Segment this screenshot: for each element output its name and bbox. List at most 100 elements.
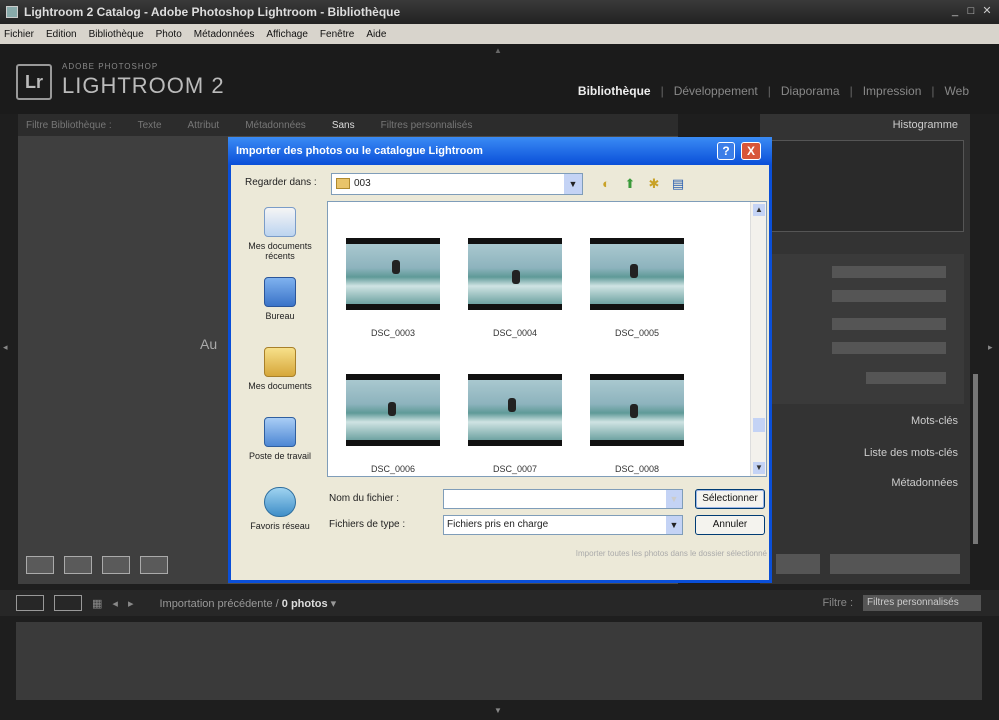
file-name: DSC_0003 bbox=[370, 328, 416, 338]
place-my-computer[interactable]: Poste de travail bbox=[237, 417, 323, 461]
file-name: DSC_0004 bbox=[492, 328, 538, 338]
module-bibliotheque[interactable]: Bibliothèque bbox=[578, 84, 651, 98]
lightroom-logo: Lr bbox=[16, 64, 52, 100]
menu-item-fenetre[interactable]: Fenêtre bbox=[320, 29, 354, 40]
brand-small: ADOBE PHOTOSHOP bbox=[62, 62, 159, 71]
left-panel bbox=[18, 114, 228, 584]
module-picker: Bibliothèque | Développement | Diaporama… bbox=[577, 84, 969, 98]
my-documents-icon bbox=[264, 347, 296, 377]
file-item[interactable]: DSC_0004 bbox=[468, 238, 562, 338]
my-computer-icon bbox=[264, 417, 296, 447]
select-button[interactable]: Sélectionner bbox=[695, 489, 765, 509]
maximize-icon[interactable]: □ bbox=[965, 4, 977, 18]
new-folder-icon[interactable]: ✱ bbox=[645, 175, 663, 193]
filetype-select[interactable]: Fichiers pris en charge ▼ bbox=[443, 515, 683, 535]
filter-texte[interactable]: Texte bbox=[138, 120, 162, 131]
menu-item-aide[interactable]: Aide bbox=[366, 29, 386, 40]
filter-label: Filtre : bbox=[822, 597, 853, 609]
back-icon[interactable]: ◐ bbox=[597, 175, 615, 193]
filetype-label: Fichiers de type : bbox=[329, 519, 406, 530]
menu-item-bibliotheque[interactable]: Bibliothèque bbox=[89, 29, 144, 40]
filter-custom[interactable]: Filtres personnalisés bbox=[381, 120, 473, 131]
brand: ADOBE PHOTOSHOP LIGHTROOM 2 bbox=[62, 62, 225, 99]
desktop-icon bbox=[264, 277, 296, 307]
filename-input[interactable]: ▼ bbox=[443, 489, 683, 509]
export-button[interactable] bbox=[830, 554, 960, 574]
scroll-thumb[interactable] bbox=[753, 418, 765, 432]
import-hint: Importer toutes les photos dans le dossi… bbox=[575, 549, 767, 558]
look-in-select[interactable]: 003 ▼ bbox=[331, 173, 583, 195]
module-diaporama[interactable]: Diaporama bbox=[781, 84, 840, 98]
histogram bbox=[766, 140, 964, 232]
file-item[interactable]: DSC_0008 bbox=[590, 374, 684, 474]
app-icon bbox=[6, 6, 18, 18]
center-text-fragment: Au bbox=[200, 336, 218, 352]
filmstrip-source[interactable]: Importation précédente / 0 photos ▾ bbox=[159, 597, 336, 610]
monitor2-icon[interactable] bbox=[54, 595, 82, 611]
menu-item-photo[interactable]: Photo bbox=[156, 29, 182, 40]
brand-big: LIGHTROOM 2 bbox=[62, 73, 225, 98]
keyword-list-header[interactable]: Liste des mots-clés bbox=[760, 442, 970, 464]
collapse-left-icon[interactable]: ◂ bbox=[3, 342, 8, 353]
menu-item-metadonnees[interactable]: Métadonnées bbox=[194, 29, 255, 40]
collapse-bottom-icon[interactable]: ▼ bbox=[494, 706, 502, 715]
place-desktop[interactable]: Bureau bbox=[237, 277, 323, 321]
file-name: DSC_0008 bbox=[614, 464, 660, 474]
collapse-top-icon[interactable]: ▲ bbox=[494, 46, 504, 55]
module-web[interactable]: Web bbox=[945, 84, 969, 98]
look-in-label: Regarder dans : bbox=[245, 177, 317, 188]
loupe-view-button[interactable] bbox=[64, 556, 92, 574]
file-item[interactable]: DSC_0006 bbox=[346, 374, 440, 474]
file-item[interactable]: DSC_0005 bbox=[590, 238, 684, 338]
help-icon[interactable]: ? bbox=[717, 142, 735, 160]
menu-item-affichage[interactable]: Affichage bbox=[266, 29, 308, 40]
survey-view-button[interactable] bbox=[140, 556, 168, 574]
filter-sans[interactable]: Sans bbox=[332, 120, 355, 131]
forward-arrow-icon[interactable]: ▸ bbox=[128, 597, 134, 610]
place-my-documents[interactable]: Mes documents bbox=[237, 347, 323, 391]
quick-develop-panel bbox=[766, 254, 964, 404]
filmstrip-bar: ▦ ◂ ▸ Importation précédente / 0 photos … bbox=[0, 590, 999, 616]
cancel-button[interactable]: Annuler bbox=[695, 515, 765, 535]
close-icon[interactable]: X bbox=[741, 142, 761, 160]
histogram-header[interactable]: Histogramme bbox=[760, 114, 970, 136]
metadata-header[interactable]: Métadonnées bbox=[760, 472, 970, 494]
menu-item-fichier[interactable]: Fichier bbox=[4, 29, 34, 40]
minimize-icon[interactable]: _ bbox=[949, 4, 961, 18]
view-mode-toolbar bbox=[18, 550, 228, 580]
collapse-right-icon[interactable]: ▸ bbox=[988, 342, 993, 353]
menu-bar: Fichier Edition Bibliothèque Photo Métad… bbox=[0, 24, 999, 44]
module-impression[interactable]: Impression bbox=[863, 84, 922, 98]
chevron-down-icon[interactable]: ▼ bbox=[666, 490, 682, 508]
up-folder-icon[interactable]: ⬆ bbox=[621, 175, 639, 193]
import-button[interactable] bbox=[776, 554, 820, 574]
scroll-down-icon[interactable]: ▼ bbox=[753, 462, 765, 474]
chevron-down-icon[interactable]: ▼ bbox=[564, 174, 582, 194]
grid-icon[interactable]: ▦ bbox=[92, 597, 102, 610]
compare-view-button[interactable] bbox=[102, 556, 130, 574]
scroll-up-icon[interactable]: ▲ bbox=[753, 204, 765, 216]
filter-metadonnees[interactable]: Métadonnées bbox=[245, 120, 306, 131]
dialog-title: Importer des photos ou le catalogue Ligh… bbox=[228, 137, 772, 165]
file-list: DSC_0003 DSC_0004 DSC_0005 DSC_0006 DSC_… bbox=[327, 201, 767, 477]
file-item[interactable]: DSC_0003 bbox=[346, 238, 440, 338]
keywords-header[interactable]: Mots-clés bbox=[760, 410, 970, 432]
monitor1-icon[interactable] bbox=[16, 595, 44, 611]
module-developpement[interactable]: Développement bbox=[674, 84, 758, 98]
file-list-scrollbar[interactable]: ▲ ▼ bbox=[750, 202, 766, 476]
view-menu-icon[interactable]: ▤ bbox=[669, 175, 687, 193]
menu-item-edition[interactable]: Edition bbox=[46, 29, 77, 40]
back-arrow-icon[interactable]: ◂ bbox=[112, 597, 118, 610]
filter-select[interactable]: Filtres personnalisés bbox=[863, 595, 981, 611]
window-title: Lightroom 2 Catalog - Adobe Photoshop Li… bbox=[24, 5, 401, 19]
chevron-down-icon[interactable]: ▼ bbox=[666, 516, 682, 534]
file-item[interactable]: DSC_0007 bbox=[468, 374, 562, 474]
grid-view-button[interactable] bbox=[26, 556, 54, 574]
network-icon bbox=[264, 487, 296, 517]
place-recent[interactable]: Mes documents récents bbox=[237, 207, 323, 261]
place-network[interactable]: Favoris réseau bbox=[237, 487, 323, 531]
filter-attribut[interactable]: Attribut bbox=[188, 120, 220, 131]
right-panel-scrollbar[interactable] bbox=[973, 374, 978, 544]
close-window-icon[interactable]: ✕ bbox=[981, 4, 993, 18]
filter-bar-label: Filtre Bibliothèque : bbox=[26, 119, 112, 131]
